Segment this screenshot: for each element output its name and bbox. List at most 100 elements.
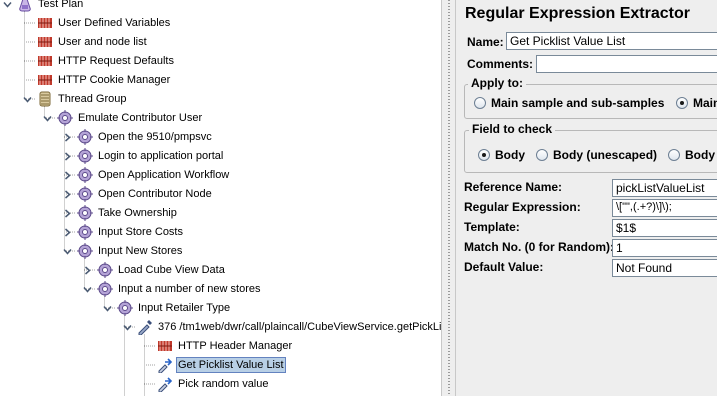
field-body-unescaped-label: Body (unescaped) — [553, 148, 658, 162]
radio-button-icon[interactable] — [474, 97, 486, 109]
tree-node-label: Open Application Workflow — [98, 168, 230, 181]
regular-expression-field[interactable]: \["",(.+?)\]\); — [612, 199, 717, 217]
element-properties-panel: Regular Expression Extractor Name: Get P… — [456, 0, 717, 396]
config-element-icon — [37, 72, 53, 88]
chevron-right-icon[interactable] — [63, 227, 71, 237]
chevron-right-icon[interactable] — [63, 151, 71, 161]
chevron-down-icon[interactable] — [43, 114, 52, 122]
test-plan-tree[interactable]: Test Plan User Defined Variables User and … — [0, 0, 441, 396]
tree-node-label: Load Cube View Data — [118, 263, 225, 276]
tree-node-http-request-defaults[interactable]: HTTP Request Defaults — [37, 51, 176, 70]
controller-icon — [77, 185, 93, 202]
radio-button-icon[interactable] — [676, 97, 688, 109]
tree-node-label: Emulate Contributor User — [78, 111, 203, 124]
chevron-right-icon[interactable] — [83, 265, 91, 275]
tree-node-user-and-node-list[interactable]: User and node list — [37, 32, 149, 51]
tree-node-label: Test Plan — [38, 0, 84, 10]
tree-node-test-plan[interactable]: Test Plan — [17, 0, 85, 13]
apply-main-label: Main — [693, 96, 717, 110]
divider-grip[interactable] — [448, 0, 450, 396]
tree-node-label: HTTP Header Manager — [178, 339, 293, 352]
chevron-right-icon[interactable] — [63, 132, 71, 142]
tree-node-label: Login to application portal — [98, 149, 224, 162]
apply-main-and-sub-radio[interactable]: Main sample and sub-samples — [474, 96, 664, 110]
reference-name-label: Reference Name: — [464, 180, 563, 194]
tree-node-label: Thread Group — [58, 92, 127, 105]
config-element-icon — [157, 338, 173, 354]
tree-node-load-cube-view-data[interactable]: Load Cube View Data — [97, 260, 227, 279]
tree-node-sampler-376[interactable]: 376 /tm1web/dwr/call/plaincall/CubeViewS… — [137, 317, 441, 336]
tree-node-emulate-contributor-user[interactable]: Emulate Contributor User — [57, 108, 204, 127]
tree-node-label: Get Picklist Value List — [176, 356, 286, 373]
controller-icon — [77, 204, 93, 221]
tree-node-open-contributor-node[interactable]: Open Contributor Node — [77, 184, 214, 203]
apply-main-radio[interactable]: Main — [676, 96, 717, 110]
controller-icon — [77, 242, 93, 259]
match-number-field[interactable]: 1 — [612, 239, 717, 257]
tree-node-thread-group[interactable]: Thread Group — [37, 89, 128, 108]
tree-node-login-portal[interactable]: Login to application portal — [77, 146, 225, 165]
field-body-radio[interactable]: Body — [478, 148, 525, 162]
tree-node-label: Input a number of new stores — [118, 282, 261, 295]
field-body-as-document-label: Body a — [685, 148, 717, 162]
split-pane-divider[interactable] — [441, 0, 456, 396]
radio-button-icon[interactable] — [536, 149, 548, 161]
reference-name-field[interactable]: pickListValueList — [612, 179, 717, 197]
field-body-label: Body — [495, 148, 525, 162]
controller-icon — [77, 223, 93, 240]
tree-node-input-number-new-stores[interactable]: Input a number of new stores — [97, 279, 262, 298]
template-field[interactable]: $1$ — [612, 219, 717, 237]
field-body-as-document-radio[interactable]: Body a — [668, 148, 717, 162]
tree-node-user-defined-variables[interactable]: User Defined Variables — [37, 13, 172, 32]
chevron-down-icon[interactable] — [23, 95, 32, 103]
tree-node-http-header-manager[interactable]: HTTP Header Manager — [157, 336, 294, 355]
tree-node-get-picklist-value-list[interactable]: Get Picklist Value List — [157, 355, 286, 374]
chevron-down-icon[interactable] — [123, 323, 132, 331]
controller-icon — [77, 166, 93, 183]
regular-expression-label: Regular Expression: — [464, 200, 581, 214]
tree-node-input-retailer-type[interactable]: Input Retailer Type — [117, 298, 232, 317]
tree-node-label: Input New Stores — [98, 244, 183, 257]
chevron-right-icon[interactable] — [63, 208, 71, 218]
template-label: Template: — [464, 220, 520, 234]
chevron-right-icon[interactable] — [63, 170, 71, 180]
default-value-field[interactable]: Not Found — [612, 259, 717, 277]
tree-node-input-store-costs[interactable]: Input Store Costs — [77, 222, 185, 241]
chevron-down-icon[interactable] — [3, 0, 12, 8]
name-label: Name: — [467, 35, 504, 49]
tree-node-label: Take Ownership — [98, 206, 177, 219]
tree-node-label: Open the 9510/pmpsvc — [98, 130, 212, 143]
radio-button-icon[interactable] — [478, 149, 490, 161]
tree-node-open-9510[interactable]: Open the 9510/pmpsvc — [77, 127, 214, 146]
tree-node-label: HTTP Request Defaults — [58, 54, 174, 67]
tree-node-take-ownership[interactable]: Take Ownership — [77, 203, 179, 222]
tree-node-label: Open Contributor Node — [98, 187, 212, 200]
tree-node-label: User Defined Variables — [58, 16, 171, 29]
tree-node-http-cookie-manager[interactable]: HTTP Cookie Manager — [37, 70, 172, 89]
tree-node-label: 376 /tm1web/dwr/call/plaincall/CubeViewS… — [158, 320, 441, 333]
controller-icon — [57, 109, 73, 126]
match-number-label: Match No. (0 for Random): — [464, 240, 614, 254]
tree-node-label: User and node list — [58, 35, 147, 48]
field-body-unescaped-radio[interactable]: Body (unescaped) — [536, 148, 657, 162]
controller-icon — [97, 261, 113, 278]
chevron-down-icon[interactable] — [83, 285, 92, 293]
sampler-pipette-icon — [137, 319, 153, 335]
controller-icon — [117, 299, 133, 316]
comments-label: Comments: — [467, 57, 534, 71]
chevron-down-icon[interactable] — [103, 304, 112, 312]
tree-node-pick-random-value[interactable]: Pick random value — [157, 374, 271, 393]
tree-node-input-new-stores[interactable]: Input New Stores — [77, 241, 184, 260]
tree-node-open-app-workflow[interactable]: Open Application Workflow — [77, 165, 231, 184]
controller-icon — [77, 128, 93, 145]
name-field[interactable]: Get Picklist Value List — [506, 32, 717, 50]
chevron-down-icon[interactable] — [63, 247, 72, 255]
apply-main-and-sub-label: Main sample and sub-samples — [491, 96, 665, 110]
radio-button-icon[interactable] — [668, 149, 680, 161]
test-plan-icon — [17, 0, 33, 12]
panel-title: Regular Expression Extractor — [465, 5, 690, 22]
comments-field[interactable] — [536, 55, 717, 73]
chevron-right-icon[interactable] — [63, 189, 71, 199]
extractor-icon — [157, 376, 173, 392]
thread-group-icon — [37, 91, 53, 107]
